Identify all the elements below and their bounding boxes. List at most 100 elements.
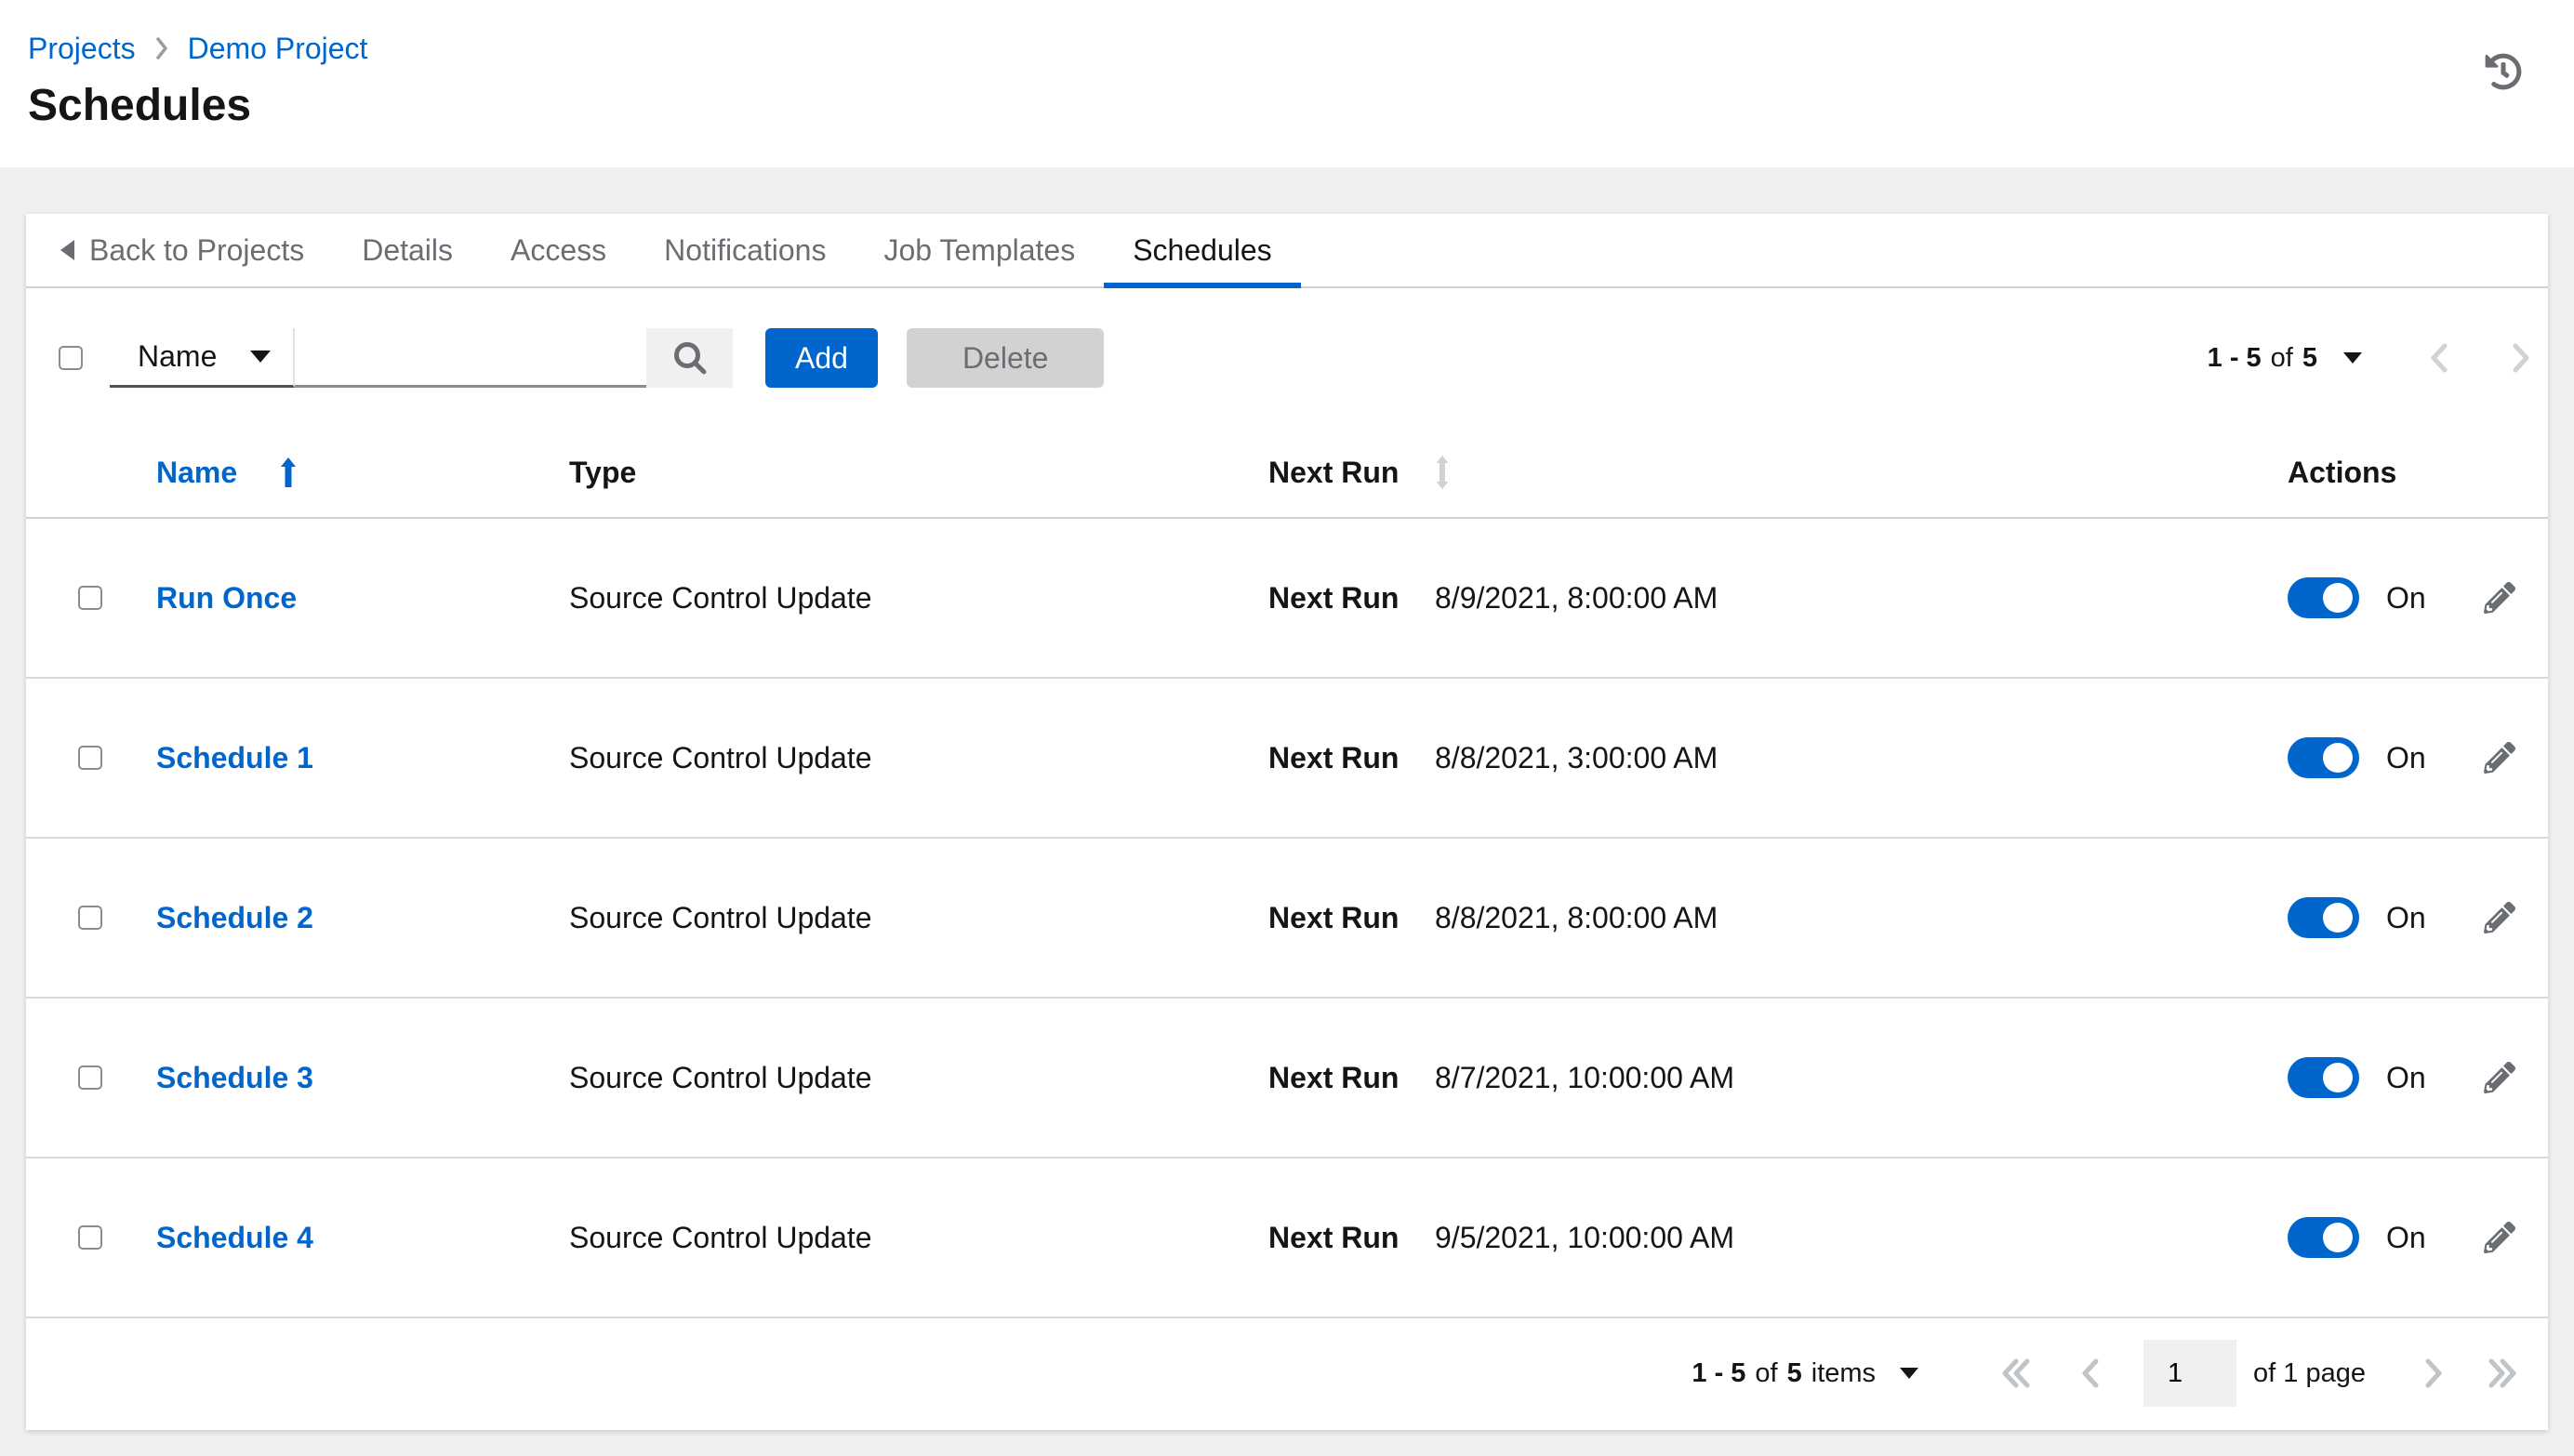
row-checkbox[interactable] [78,1225,102,1250]
schedule-type: Source Control Update [569,900,872,934]
schedule-enabled-toggle[interactable] [2288,737,2359,778]
column-header-actions: Actions [2288,455,2397,489]
search-icon [673,342,706,375]
chevron-right-icon [2425,1358,2442,1388]
schedule-name-link[interactable]: Schedule 3 [156,1061,313,1095]
toggle-knob [2323,903,2353,933]
toggle-state-label: On [2386,1060,2426,1094]
first-page-button[interactable] [1995,1352,2037,1395]
pagination-of: of [2270,342,2293,373]
tab-label: Job Templates [883,232,1076,267]
list-toolbar: Name Add Delete 1 - 5 of 5 [26,288,2548,428]
bottom-pagination: 1 - 5 of 5 items of 1 page [26,1318,2548,1428]
tab-schedules[interactable]: Schedules [1104,214,1302,288]
activity-history-button[interactable] [2483,52,2524,93]
pencil-icon [2483,1062,2515,1093]
tab-access[interactable]: Access [482,214,635,286]
row-checkbox[interactable] [78,1066,102,1090]
schedule-name-link[interactable]: Run Once [156,581,297,615]
breadcrumb-separator [154,36,169,60]
history-icon [2485,53,2522,89]
pagination-next-button[interactable] [2505,337,2537,379]
schedule-enabled-toggle[interactable] [2288,1057,2359,1098]
next-page-button[interactable] [2418,1352,2449,1395]
next-run-value: 8/8/2021, 3:00:00 AM [1435,740,1718,774]
tab-job-templates[interactable]: Job Templates [855,214,1104,286]
tab-details[interactable]: Details [333,214,482,286]
schedule-name-link[interactable]: Schedule 4 [156,1221,313,1255]
tab-back-to-projects[interactable]: Back to Projects [32,214,333,286]
table-row: Schedule 1 Source Control Update Next Ru… [26,679,2548,839]
delete-button[interactable]: Delete [906,328,1105,388]
tab-label: Details [362,232,454,267]
edit-schedule-button[interactable] [2483,902,2515,933]
toggle-knob [2323,743,2353,773]
caret-left-icon [60,240,74,260]
arrows-up-down-icon [1436,456,1449,489]
page-number-input[interactable] [2143,1340,2237,1407]
edit-schedule-button[interactable] [2483,1222,2515,1253]
table-row: Schedule 4 Source Control Update Next Ru… [26,1158,2548,1318]
pagination-total: 5 [2302,342,2317,373]
chevron-left-icon [2082,1358,2099,1388]
schedule-type: Source Control Update [569,580,872,615]
schedule-name-link[interactable]: Schedule 1 [156,741,313,775]
search-submit-button[interactable] [646,328,733,388]
toggle-state-label: On [2386,1220,2426,1254]
breadcrumb: Projects Demo Project [28,32,2574,65]
column-header-label: Name [156,455,238,489]
toggle-state-label: On [2386,740,2426,774]
schedule-enabled-toggle[interactable] [2288,577,2359,618]
search-input[interactable] [295,328,646,388]
chevrons-left-icon [2002,1358,2030,1388]
tab-label: Access [511,232,607,267]
next-run-value: 8/7/2021, 10:00:00 AM [1435,1060,1735,1094]
last-page-button[interactable] [2481,1352,2524,1395]
tab-notifications[interactable]: Notifications [635,214,855,286]
tab-bar: Back to Projects Details Access Notifica… [26,214,2548,288]
select-all-checkbox[interactable] [59,346,83,370]
pencil-icon [2483,1222,2515,1253]
edit-schedule-button[interactable] [2483,1062,2515,1093]
add-button[interactable]: Add [765,328,878,388]
next-run-label: Next Run [1268,740,1400,774]
toggle-knob [2323,1063,2353,1092]
next-run-label: Next Run [1268,1060,1400,1094]
schedule-type: Source Control Update [569,740,872,774]
row-checkbox[interactable] [78,906,102,930]
page-title: Schedules [28,81,252,130]
pagination-prev-button[interactable] [2423,337,2455,379]
column-header-next-run[interactable]: Next Run [1268,454,1451,491]
schedules-card: Back to Projects Details Access Notifica… [26,214,2548,1430]
items-word: items [1811,1357,1877,1388]
column-header-label: Next Run [1268,455,1400,489]
filter-attribute-select[interactable]: Name [110,328,295,388]
tab-label: Schedules [1133,232,1272,267]
schedule-type: Source Control Update [569,1060,872,1094]
pagination-summary[interactable]: 1 - 5 of 5 [2208,343,2317,374]
next-run-label: Next Run [1268,580,1400,615]
previous-page-button[interactable] [2075,1352,2106,1395]
schedule-enabled-toggle[interactable] [2288,1217,2359,1258]
edit-schedule-button[interactable] [2483,582,2515,614]
row-checkbox[interactable] [78,746,102,770]
long-arrow-up-icon [281,457,297,487]
pencil-icon [2483,582,2515,614]
column-header-name[interactable]: Name [156,456,299,490]
column-header-type: Type [569,455,637,489]
next-run-label: Next Run [1268,1220,1400,1254]
breadcrumb-projects-link[interactable]: Projects [28,32,136,65]
table-header-row: Name Type Next Run Actions [26,428,2548,519]
page-header: Projects Demo Project Schedules [0,0,2574,167]
pagination-range: 1 - 5 [2207,342,2262,373]
edit-schedule-button[interactable] [2483,742,2515,774]
schedule-enabled-toggle[interactable] [2288,897,2359,938]
row-checkbox[interactable] [78,586,102,610]
schedule-name-link[interactable]: Schedule 2 [156,901,313,935]
items-total: 5 [1786,1357,1802,1388]
breadcrumb-demo-project-link[interactable]: Demo Project [188,32,368,65]
next-run-value: 8/8/2021, 8:00:00 AM [1435,900,1718,934]
table-row: Run Once Source Control Update Next Run … [26,519,2548,679]
page-count-label: of 1 page [2253,1357,2366,1388]
items-summary[interactable]: 1 - 5 of 5 items [1692,1358,1876,1389]
